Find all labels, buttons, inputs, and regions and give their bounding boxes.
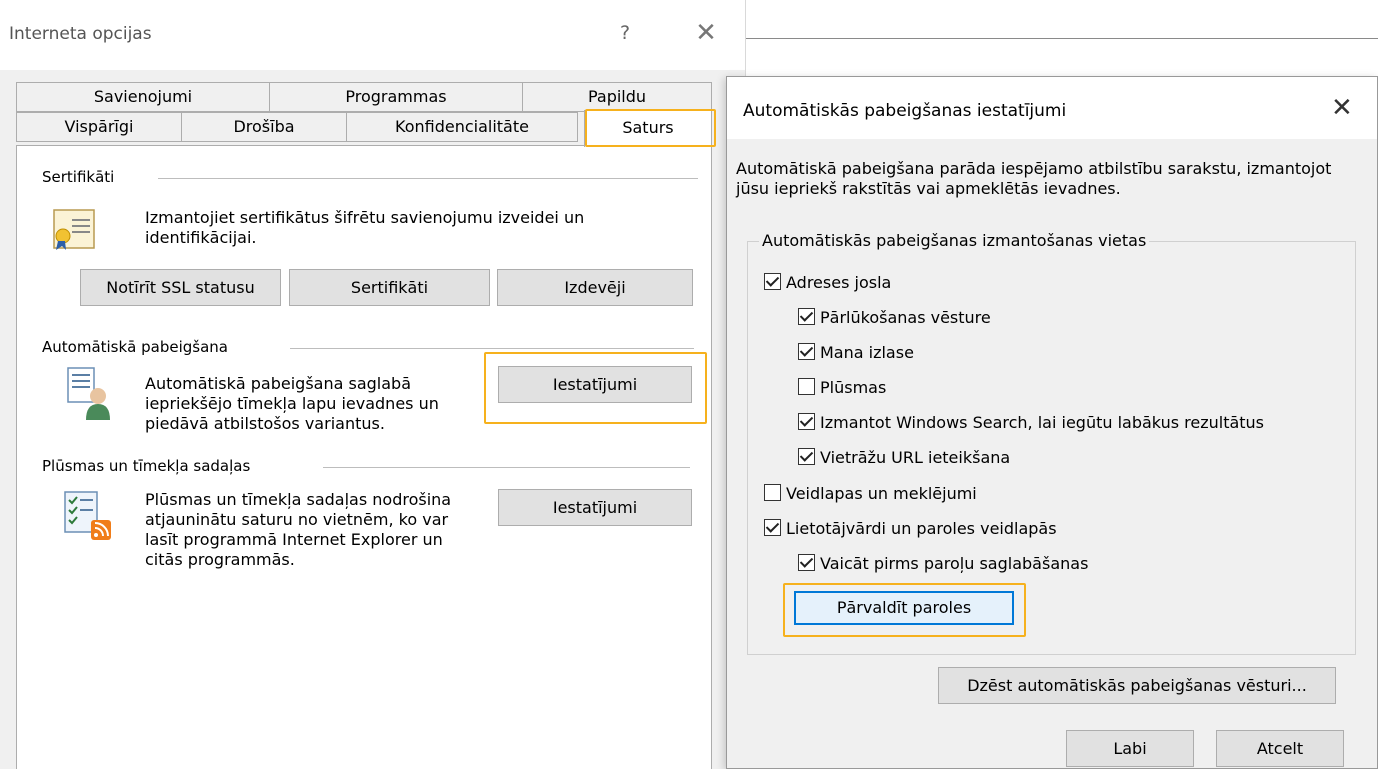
feeds-divider xyxy=(323,467,690,468)
checkbox-favorites[interactable]: Mana izlase xyxy=(798,342,914,364)
checkbox-box[interactable] xyxy=(764,519,781,536)
certificate-icon xyxy=(52,208,96,252)
checkbox-box[interactable] xyxy=(798,448,815,465)
certificates-heading: Sertifikāti xyxy=(42,168,121,186)
certificates-button[interactable]: Sertifikāti xyxy=(289,269,490,306)
checkbox-box[interactable] xyxy=(798,413,815,430)
certificates-divider xyxy=(158,178,698,179)
feeds-icon xyxy=(63,490,113,544)
checkbox-url-suggestions[interactable]: Vietrāžu URL ieteikšana xyxy=(798,447,1010,469)
checkbox-usernames-passwords[interactable]: Lietotājvārdi un paroles veidlapās xyxy=(764,518,1057,540)
tab-programmas[interactable]: Programmas xyxy=(269,82,523,112)
checkbox-browsing-history[interactable]: Pārlūkošanas vēsture xyxy=(798,307,991,329)
tab-savienojumi[interactable]: Savienojumi xyxy=(16,82,270,112)
help-button[interactable]: ? xyxy=(610,18,640,48)
certificates-description: Izmantojiet sertifikātus šifrētu savieno… xyxy=(145,208,585,247)
checkbox-label: Adreses josla xyxy=(786,273,892,292)
autocomplete-locations-label: Automātiskās pabeigšanas izmantošanas vi… xyxy=(759,231,1150,250)
feeds-description: Plūsmas un tīmekļa sadaļas nodrošina atj… xyxy=(145,490,452,569)
tab-drosiba[interactable]: Drošība xyxy=(181,112,347,142)
window-title: Interneta opcijas xyxy=(9,24,152,44)
dialog-title: Automātiskās pabeigšanas iestatījumi xyxy=(743,101,1067,121)
highlight-saturs-tab xyxy=(585,109,716,147)
highlight-autocomplete-settings xyxy=(484,352,707,424)
tab-visparigi[interactable]: Vispārīgi xyxy=(16,112,182,142)
publishers-button[interactable]: Izdevēji xyxy=(497,269,693,306)
checkbox-box[interactable] xyxy=(798,308,815,325)
autocomplete-icon xyxy=(66,366,114,422)
delete-autocomplete-history-button[interactable]: Dzēst automātiskās pabeigšanas vēsturi..… xyxy=(938,667,1336,704)
checkbox-label: Veidlapas un meklējumi xyxy=(786,484,977,503)
dialog-description: Automātiskā pabeigšana parāda iespējamo … xyxy=(736,159,1332,198)
title-bar: Interneta opcijas ? ✕ xyxy=(0,0,745,70)
checkbox-label: Vietrāžu URL ieteikšana xyxy=(820,448,1011,467)
checkbox-box[interactable] xyxy=(798,378,815,395)
checkbox-forms-searches[interactable]: Veidlapas un meklējumi xyxy=(764,483,977,505)
dialog-close-button[interactable]: ✕ xyxy=(1331,93,1353,123)
dialog-title-bar: Automātiskās pabeigšanas iestatījumi ✕ xyxy=(727,77,1377,139)
checkbox-feeds[interactable]: Plūsmas xyxy=(798,377,886,399)
ok-button[interactable]: Labi xyxy=(1066,730,1194,767)
highlight-manage-passwords xyxy=(783,583,1026,637)
autocomplete-description: Automātiskā pabeigšana saglabā iepriekšē… xyxy=(145,374,439,433)
close-button[interactable]: ✕ xyxy=(688,16,724,50)
cancel-button[interactable]: Atcelt xyxy=(1216,730,1344,767)
background-window-edge xyxy=(746,38,1378,39)
autocomplete-heading: Automātiskā pabeigšana xyxy=(42,338,234,356)
checkbox-label: Plūsmas xyxy=(820,378,887,397)
checkbox-label: Vaicāt pirms paroļu saglabāšanas xyxy=(820,554,1089,573)
checkbox-ask-before-saving[interactable]: Vaicāt pirms paroļu saglabāšanas xyxy=(798,553,1088,575)
feeds-heading: Plūsmas un tīmekļa sadaļas xyxy=(42,457,257,475)
feeds-settings-button[interactable]: Iestatījumi xyxy=(498,489,692,526)
clear-ssl-state-button[interactable]: Notīrīt SSL statusu xyxy=(80,269,281,306)
checkbox-label: Izmantot Windows Search, lai iegūtu labā… xyxy=(820,413,1265,432)
checkbox-label: Mana izlase xyxy=(820,343,914,362)
checkbox-address-bar[interactable]: Adreses josla xyxy=(764,272,891,294)
autocomplete-divider xyxy=(290,348,694,349)
tab-konfidencialitate[interactable]: Konfidencialitāte xyxy=(346,112,578,142)
checkbox-box[interactable] xyxy=(764,484,781,501)
checkbox-label: Lietotājvārdi un paroles veidlapās xyxy=(786,519,1057,538)
checkbox-box[interactable] xyxy=(764,273,781,290)
tab-papildu[interactable]: Papildu xyxy=(522,82,712,112)
checkbox-box[interactable] xyxy=(798,343,815,360)
checkbox-label: Pārlūkošanas vēsture xyxy=(820,308,991,327)
autocomplete-settings-dialog: Automātiskās pabeigšanas iestatījumi ✕ A… xyxy=(726,76,1378,769)
checkbox-box[interactable] xyxy=(798,554,815,571)
internet-options-window: Interneta opcijas ? ✕ Savienojumi Progra… xyxy=(0,0,746,769)
checkbox-windows-search[interactable]: Izmantot Windows Search, lai iegūtu labā… xyxy=(798,412,1264,434)
